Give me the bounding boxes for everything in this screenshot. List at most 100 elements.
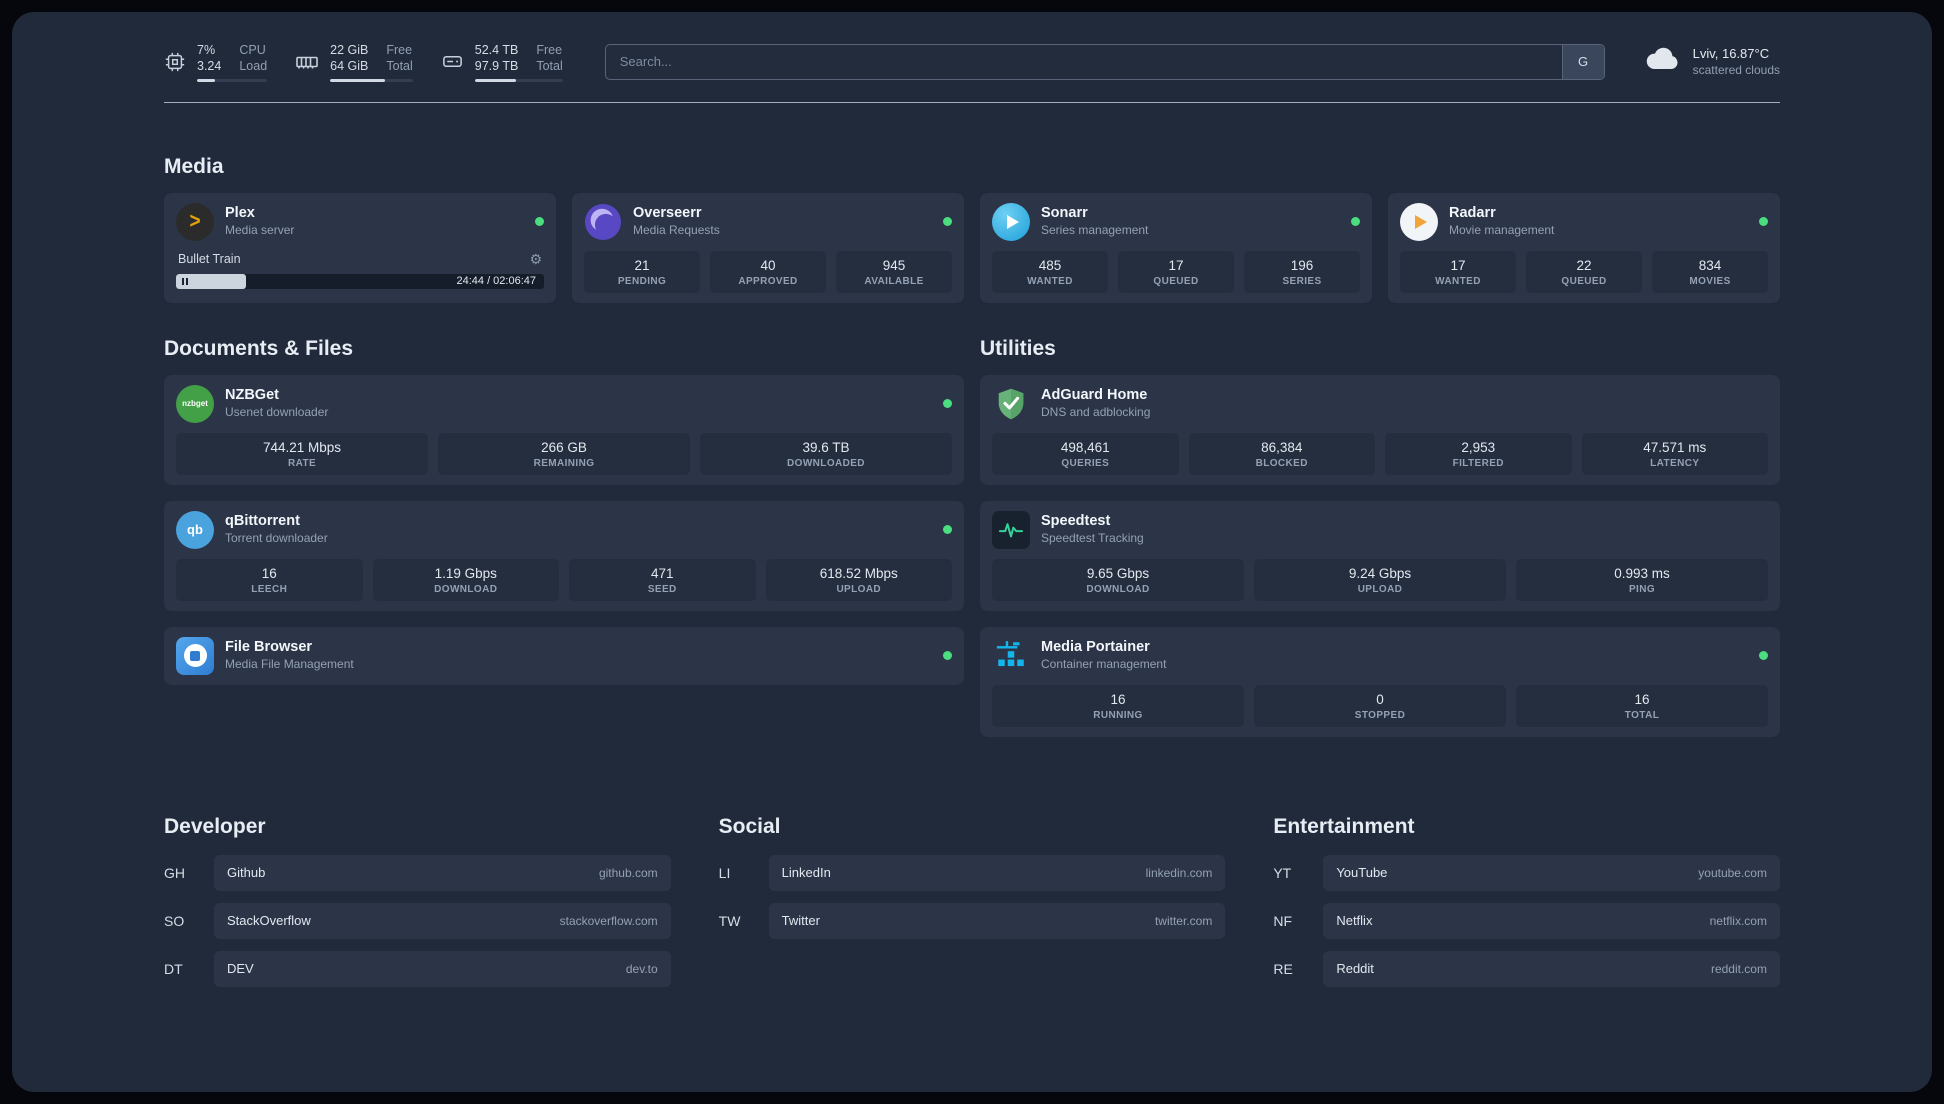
nzbget-icon: nzbget	[176, 384, 214, 423]
overseerr-icon	[584, 203, 622, 241]
plex-icon: >	[176, 202, 214, 241]
memory-total-label: Total	[386, 59, 413, 74]
bookmark-twitter[interactable]: Twitter twitter.com	[768, 902, 1226, 939]
service-name: AdGuard Home	[1041, 387, 1148, 404]
cpu-icon	[164, 51, 186, 73]
stat-total: 16 TOTAL	[1516, 684, 1768, 727]
section-title-developer: Developer	[164, 814, 266, 838]
service-card-radarr[interactable]: Radarr Movie management 17 WANTED 22 QUE…	[1388, 192, 1780, 303]
service-name: Radarr	[1449, 205, 1496, 222]
section-utilities: Utilities AdGuard Home DNS and adblockin…	[980, 337, 1780, 753]
stat-upload: 9.24 Gbps UPLOAD	[1254, 558, 1506, 601]
cpu-label: CPU	[239, 43, 266, 57]
stat-upload: 618.52 Mbps UPLOAD	[765, 558, 952, 601]
bookmark-linkedin[interactable]: LinkedIn linkedin.com	[768, 854, 1226, 891]
status-dot	[1759, 651, 1768, 660]
bookmark-netflix[interactable]: Netflix netflix.com	[1323, 902, 1780, 939]
section-title-entertainment: Entertainment	[1273, 814, 1415, 838]
cloud-icon	[1645, 45, 1681, 78]
stat-wanted: 485 WANTED	[992, 250, 1108, 293]
search-bar: G	[604, 43, 1605, 80]
sonarr-icon	[992, 202, 1030, 241]
disk-total-label: Total	[536, 59, 563, 74]
bookmark-github[interactable]: Github github.com	[214, 854, 671, 891]
speedtest-icon	[992, 510, 1030, 549]
stat-latency: 47.571 ms LATENCY	[1581, 432, 1768, 475]
cpu-percent: 7%	[197, 43, 216, 57]
status-dot	[535, 217, 544, 226]
status-dot	[943, 217, 952, 226]
pause-icon[interactable]	[182, 277, 188, 285]
memory-progress-fill	[330, 78, 385, 82]
bookmark-stackoverflow[interactable]: StackOverflow stackoverflow.com	[214, 902, 671, 939]
stat-filtered: 2,953 FILTERED	[1385, 432, 1572, 475]
service-name: Overseerr	[633, 205, 702, 222]
bookmark-dev[interactable]: DEV dev.to	[214, 950, 671, 987]
service-desc: Speedtest Tracking	[1041, 531, 1144, 546]
status-dot	[1759, 217, 1768, 226]
cpu-progress-fill	[197, 78, 215, 82]
bookmark-row: YT YouTube youtube.com	[1273, 854, 1780, 891]
memory-free-label: Free	[386, 43, 413, 57]
service-card-qbittorrent[interactable]: qb qBittorrent Torrent downloader 16 LEE…	[164, 500, 964, 611]
stat-seed: 471 SEED	[569, 558, 756, 601]
section-title-utilities: Utilities	[980, 336, 1056, 360]
disk-progress-fill	[474, 78, 517, 82]
bookmark-row: DT DEV dev.to	[164, 950, 671, 987]
bookmark-abbr: LI	[718, 864, 731, 881]
search-engine-button[interactable]: G	[1561, 44, 1604, 79]
bookmark-row: TW Twitter twitter.com	[719, 902, 1226, 939]
service-card-adguard[interactable]: AdGuard Home DNS and adblocking 498,461 …	[980, 374, 1780, 485]
playback-progress-bar[interactable]: 24:44 / 02:06:47	[176, 273, 544, 289]
service-name: qBittorrent	[225, 513, 300, 530]
service-card-filebrowser[interactable]: File Browser Media File Management	[164, 626, 964, 685]
status-dot	[943, 651, 952, 660]
service-desc: Media File Management	[225, 657, 354, 672]
service-name: NZBGet	[225, 387, 279, 404]
playback-time: 24:44 / 02:06:47	[456, 275, 536, 287]
bookmark-group-entertainment: Entertainment YT YouTube youtube.com NF …	[1273, 815, 1780, 999]
radarr-icon	[1400, 202, 1438, 241]
service-card-sonarr[interactable]: Sonarr Series management 485 WANTED 17 Q…	[980, 192, 1372, 303]
stat-queries: 498,461 QUERIES	[992, 432, 1179, 475]
service-card-plex[interactable]: > Plex Media server Bullet Train ⚙ 24:44…	[164, 192, 556, 303]
bookmark-abbr: SO	[164, 912, 185, 929]
weather-location: Lviv, 16.87°C	[1692, 45, 1770, 61]
service-card-overseerr[interactable]: Overseerr Media Requests 21 PENDING 40 A…	[572, 192, 964, 303]
service-name: File Browser	[225, 639, 313, 656]
adguard-shield-icon	[992, 385, 1030, 423]
disk-free-value: 52.4 TB	[474, 43, 519, 57]
section-media: Media > Plex Media server Bullet Train ⚙…	[164, 155, 1780, 303]
memory-progress-track	[330, 78, 413, 82]
service-desc: Media server	[225, 223, 295, 238]
gear-icon[interactable]: ⚙	[529, 251, 542, 268]
stat-movies: 834 MOVIES	[1652, 250, 1768, 293]
service-name: Sonarr	[1041, 205, 1088, 222]
stat-pending: 21 PENDING	[584, 250, 700, 293]
search-input[interactable]	[605, 44, 1562, 79]
disk-total-value: 97.9 TB	[474, 59, 519, 74]
stat-remaining: 266 GB REMAINING	[438, 432, 690, 475]
service-card-nzbget[interactable]: nzbget NZBGet Usenet downloader 744.21 M…	[164, 374, 964, 485]
memory-icon	[295, 50, 319, 74]
bookmark-row: GH Github github.com	[164, 854, 671, 891]
bookmark-row: RE Reddit reddit.com	[1273, 950, 1780, 987]
stat-download: 1.19 Gbps DOWNLOAD	[372, 558, 559, 601]
cpu-progress-track	[197, 78, 268, 82]
section-title-social: Social	[718, 814, 781, 838]
bookmark-youtube[interactable]: YouTube youtube.com	[1323, 854, 1780, 891]
service-card-portainer[interactable]: Media Portainer Container management 16 …	[980, 626, 1780, 737]
portainer-icon	[992, 637, 1030, 675]
service-name: Speedtest	[1041, 513, 1111, 530]
service-desc: Torrent downloader	[225, 531, 328, 546]
service-desc: Movie management	[1449, 223, 1555, 238]
stat-downloaded: 39.6 TB DOWNLOADED	[700, 432, 952, 475]
service-card-speedtest[interactable]: Speedtest Speedtest Tracking 9.65 Gbps D…	[980, 500, 1780, 611]
disk-icon	[441, 50, 464, 73]
stat-running: 16 RUNNING	[992, 684, 1244, 727]
service-desc: Series management	[1041, 223, 1149, 238]
bookmark-reddit[interactable]: Reddit reddit.com	[1323, 950, 1780, 987]
status-dot	[1351, 217, 1360, 226]
bookmark-abbr: NF	[1273, 912, 1292, 929]
qbittorrent-icon: qb	[176, 510, 214, 549]
